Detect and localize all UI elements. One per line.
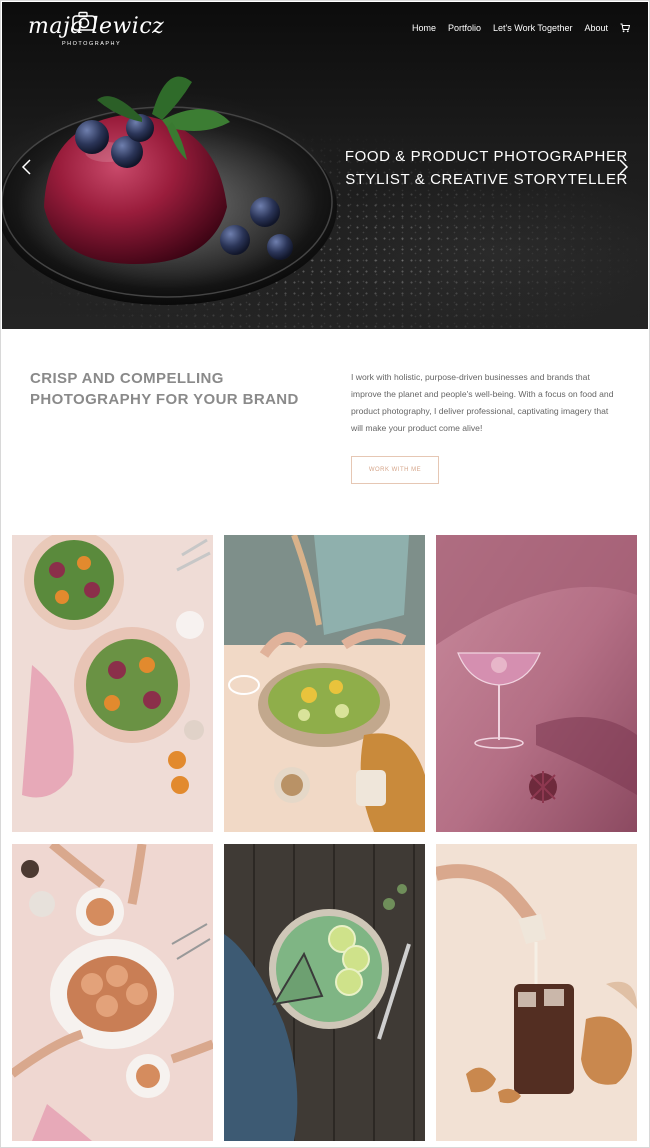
hero-slider: maja lewicz PHOTOGRAPHY Home Portfolio L… (2, 2, 648, 329)
hero-title-line-1: FOOD & PRODUCT PHOTOGRAPHER (344, 148, 628, 165)
work-with-me-button[interactable]: WORK WITH ME (351, 456, 439, 484)
portfolio-tile-plating-hands[interactable] (224, 535, 425, 832)
main-nav: Home Portfolio Let's Work Together About (412, 23, 630, 33)
portfolio-tile-lime-dish[interactable] (224, 844, 425, 1141)
nav-item-home[interactable]: Home (412, 23, 436, 33)
portfolio-tile-cinnamon-rolls[interactable] (12, 844, 213, 1141)
nav-item-portfolio[interactable]: Portfolio (448, 23, 481, 33)
iced-coffee-photo (436, 844, 637, 1141)
chevron-left-icon[interactable] (20, 158, 34, 176)
chevron-right-icon[interactable] (616, 158, 630, 176)
nav-item-about[interactable]: About (584, 23, 608, 33)
intro-paragraph: I work with holistic, purpose-driven bus… (351, 372, 614, 433)
cinnamon-rolls-photo (12, 844, 213, 1141)
portfolio-tile-iced-coffee[interactable] (436, 844, 637, 1141)
site-logo[interactable]: maja lewicz PHOTOGRAPHY (28, 10, 164, 50)
intro-heading: CRISP AND COMPELLING PHOTOGRAPHY FOR YOU… (30, 368, 330, 410)
nav-item-work-together[interactable]: Let's Work Together (493, 23, 572, 33)
camera-icon (72, 11, 96, 31)
lime-dish-photo (224, 844, 425, 1141)
plating-hands-photo (224, 535, 425, 832)
salad-bowls-photo (12, 535, 213, 832)
cart-icon[interactable] (620, 23, 630, 33)
intro-heading-line-2: PHOTOGRAPHY FOR YOUR BRAND (30, 391, 299, 408)
pink-cocktail-photo (436, 535, 637, 832)
hero-title-line-2: STYLIST & CREATIVE STORYTELLER (345, 171, 628, 188)
portfolio-tile-salad-bowls[interactable] (12, 535, 213, 832)
logo-subtitle: PHOTOGRAPHY (62, 41, 122, 47)
portfolio-tile-pink-cocktail[interactable] (436, 535, 637, 832)
intro-heading-line-1: CRISP AND COMPELLING (30, 370, 224, 387)
hero-caption: FOOD & PRODUCT PHOTOGRAPHER STYLIST & CR… (345, 145, 628, 191)
